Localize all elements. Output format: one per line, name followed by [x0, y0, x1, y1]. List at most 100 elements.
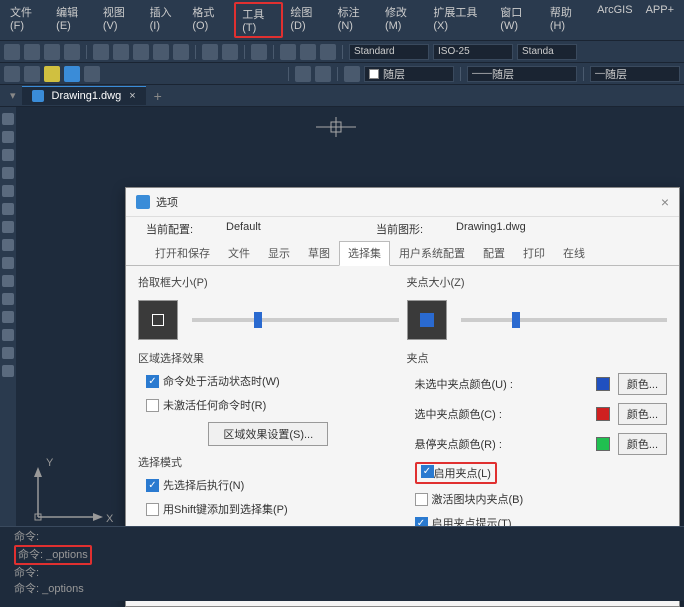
left-column: 拾取框大小(P) 区域选择效果 ✓命令处于活动状态时(W) 未激活任何命令时(R… — [138, 274, 399, 557]
tool-icon[interactable] — [133, 44, 149, 60]
dialog-close-icon[interactable]: × — [661, 194, 669, 210]
left-toolbar — [0, 107, 16, 567]
tool-icon[interactable] — [300, 44, 316, 60]
tool-icon[interactable] — [4, 44, 20, 60]
dialog-body: 拾取框大小(P) 区域选择效果 ✓命令处于活动状态时(W) 未激活任何命令时(R… — [126, 266, 679, 565]
tool-icon[interactable] — [4, 66, 20, 82]
color-swatch — [596, 407, 610, 421]
tool-icon[interactable] — [113, 44, 129, 60]
region-active-row[interactable]: ✓命令处于活动状态时(W) — [138, 372, 399, 390]
menu-app[interactable]: APP+ — [640, 2, 680, 38]
profile-label: 当前配置: — [146, 221, 226, 237]
region-inactive-row[interactable]: 未激活任何命令时(R) — [138, 396, 399, 414]
color-button[interactable]: 颜色... — [618, 433, 667, 455]
tool-icon[interactable] — [2, 149, 14, 161]
linetype-select[interactable]: —— 随层 — [467, 66, 577, 82]
menu-arcgis[interactable]: ArcGIS — [591, 2, 638, 38]
dialog-icon — [136, 195, 150, 209]
tab-print[interactable]: 打印 — [514, 241, 554, 265]
tool-icon[interactable] — [84, 66, 100, 82]
tool-icon[interactable] — [2, 275, 14, 287]
tab-user[interactable]: 用户系统配置 — [390, 241, 474, 265]
sm-noun-verb[interactable]: ✓先选择后执行(N) — [138, 476, 399, 494]
tool-icon[interactable] — [2, 311, 14, 323]
dialog-titlebar[interactable]: 选项 × — [126, 188, 679, 217]
grip-block[interactable]: 激活图块内夹点(B) — [407, 490, 668, 508]
style2-select[interactable]: Standa — [517, 44, 577, 60]
separator — [342, 45, 343, 59]
tab-display[interactable]: 显示 — [259, 241, 299, 265]
color-select[interactable]: 随层 — [364, 66, 454, 82]
tab-pin-icon[interactable]: ▾ — [4, 89, 22, 102]
pickbox-label: 拾取框大小(P) — [138, 274, 399, 290]
tool-icon[interactable] — [251, 44, 267, 60]
tool-icon[interactable] — [315, 66, 331, 82]
menu-ext[interactable]: 扩展工具(X) — [427, 2, 493, 38]
tool-icon[interactable] — [295, 66, 311, 82]
tool-icon[interactable] — [2, 347, 14, 359]
tool-icon[interactable] — [320, 44, 336, 60]
tool-icon[interactable] — [93, 44, 109, 60]
tool-icon[interactable] — [153, 44, 169, 60]
tool-icon[interactable] — [222, 44, 238, 60]
menu-file[interactable]: 文件(F) — [4, 2, 49, 38]
tool-icon[interactable] — [2, 257, 14, 269]
tool-icon[interactable] — [64, 66, 80, 82]
tool-icon[interactable] — [2, 185, 14, 197]
menu-help[interactable]: 帮助(H) — [544, 2, 590, 38]
menu-modify[interactable]: 修改(M) — [379, 2, 426, 38]
checkbox-icon — [415, 493, 428, 506]
grip-slider[interactable] — [461, 318, 668, 322]
tool-icon[interactable] — [173, 44, 189, 60]
right-column: 夹点大小(Z) 夹点 未选中夹点颜色(U) : 颜色... 选中夹点颜色(C) … — [407, 274, 668, 557]
menu-view[interactable]: 视图(V) — [97, 2, 143, 38]
tool-icon[interactable] — [44, 66, 60, 82]
lineweight-select[interactable]: — 随层 — [590, 66, 680, 82]
tool-icon[interactable] — [2, 365, 14, 377]
tool-icon[interactable] — [2, 221, 14, 233]
tab-add-icon[interactable]: + — [146, 88, 170, 104]
pickbox-slider[interactable] — [192, 318, 399, 322]
tab-opensave[interactable]: 打开和保存 — [146, 241, 219, 265]
checkbox-icon[interactable]: ✓ — [421, 465, 434, 478]
menu-insert[interactable]: 插入(I) — [144, 2, 186, 38]
command-line[interactable]: 命令: 命令: _options 命令: 命令: _options — [0, 526, 684, 601]
tool-icon[interactable] — [2, 329, 14, 341]
menu-draw[interactable]: 绘图(D) — [284, 2, 330, 38]
tool-icon[interactable] — [44, 44, 60, 60]
tab-profile[interactable]: 配置 — [474, 241, 514, 265]
tab-online[interactable]: 在线 — [554, 241, 594, 265]
pickbox-preview — [138, 300, 178, 340]
tool-icon[interactable] — [64, 44, 80, 60]
tab-close-icon[interactable]: × — [129, 90, 135, 102]
menu-window[interactable]: 窗口(W) — [494, 2, 543, 38]
tool-icon[interactable] — [202, 44, 218, 60]
separator — [583, 67, 584, 81]
tool-icon[interactable] — [2, 131, 14, 143]
menu-format[interactable]: 格式(O) — [186, 2, 233, 38]
tool-icon[interactable] — [24, 44, 40, 60]
menu-annotate[interactable]: 标注(N) — [332, 2, 378, 38]
sm-shift[interactable]: 用Shift键添加到选择集(P) — [138, 500, 399, 518]
dimstyle-select[interactable]: ISO-25 — [433, 44, 513, 60]
enable-grips-highlight: ✓ 启用夹点(L) — [415, 462, 497, 484]
tool-icon[interactable] — [2, 239, 14, 251]
color-button[interactable]: 颜色... — [618, 373, 667, 395]
tool-icon[interactable] — [2, 113, 14, 125]
tool-icon[interactable] — [2, 293, 14, 305]
tab-selection[interactable]: 选择集 — [339, 241, 390, 266]
tool-icon[interactable] — [280, 44, 296, 60]
tab-file[interactable]: 文件 — [219, 241, 259, 265]
grip-size — [407, 296, 668, 344]
document-tab[interactable]: Drawing1.dwg × — [22, 86, 146, 105]
tool-icon[interactable] — [2, 167, 14, 179]
style-select[interactable]: Standard — [349, 44, 429, 60]
color-button[interactable]: 颜色... — [618, 403, 667, 425]
tab-sketch[interactable]: 草图 — [299, 241, 339, 265]
menu-edit[interactable]: 编辑(E) — [50, 2, 96, 38]
tool-icon[interactable] — [344, 66, 360, 82]
tool-icon[interactable] — [24, 66, 40, 82]
menu-tools[interactable]: 工具(T) — [234, 2, 283, 38]
tool-icon[interactable] — [2, 203, 14, 215]
region-settings-button[interactable]: 区域效果设置(S)... — [208, 422, 328, 446]
